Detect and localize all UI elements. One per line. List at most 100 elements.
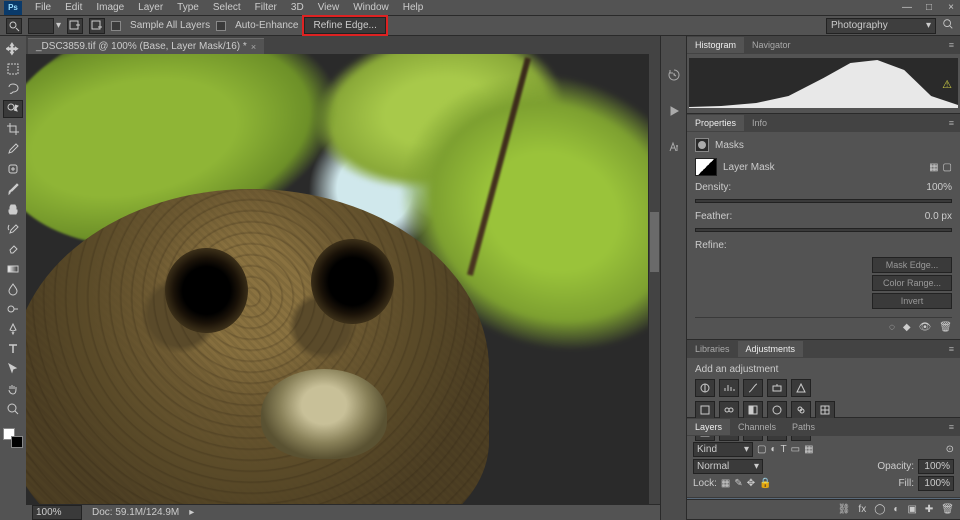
pen-tool[interactable] <box>3 320 23 338</box>
crop-tool[interactable] <box>3 120 23 138</box>
healing-brush-tool[interactable] <box>3 160 23 178</box>
filter-smart-icon[interactable]: ▦ <box>804 444 813 455</box>
history-panel-icon[interactable] <box>665 66 683 84</box>
marquee-tool[interactable] <box>3 60 23 78</box>
color-lookup-icon[interactable] <box>815 401 835 419</box>
exposure-icon[interactable] <box>767 379 787 397</box>
menu-help[interactable]: Help <box>396 0 431 16</box>
pixel-mask-icon[interactable]: ▦ <box>929 162 938 173</box>
menu-3d[interactable]: 3D <box>284 0 311 16</box>
panel-menu-icon[interactable]: ≡ <box>943 341 960 357</box>
minimize-icon[interactable]: — <box>900 2 914 13</box>
color-swatches[interactable] <box>3 428 23 448</box>
load-selection-icon[interactable]: ◌ <box>889 322 895 333</box>
zoom-tool[interactable] <box>3 400 23 418</box>
filter-toggle[interactable]: ⊙ <box>946 444 954 455</box>
channel-mixer-icon[interactable] <box>791 401 811 419</box>
libraries-tab[interactable]: Libraries <box>687 341 738 357</box>
menu-view[interactable]: View <box>311 0 347 16</box>
background-color[interactable] <box>11 436 23 448</box>
history-brush-tool[interactable] <box>3 220 23 238</box>
lock-image-icon[interactable]: ✎ <box>734 478 742 489</box>
refine-edge-button[interactable]: Refine Edge... <box>304 17 385 34</box>
subtract-from-selection-icon[interactable] <box>89 18 105 34</box>
type-tool[interactable] <box>3 340 23 358</box>
brush-size-picker[interactable]: ▾ <box>28 18 61 34</box>
dodge-tool[interactable] <box>3 300 23 318</box>
cache-warning-icon[interactable]: ⚠ <box>942 78 952 91</box>
curves-icon[interactable] <box>743 379 763 397</box>
menu-layer[interactable]: Layer <box>131 0 170 16</box>
lock-position-icon[interactable]: ✥ <box>747 478 755 489</box>
menu-window[interactable]: Window <box>346 0 396 16</box>
hand-tool[interactable] <box>3 380 23 398</box>
gradient-tool[interactable] <box>3 260 23 278</box>
layers-tab[interactable]: Layers <box>687 419 730 435</box>
filter-type-icon[interactable]: T <box>781 444 787 455</box>
sample-all-layers-checkbox[interactable] <box>111 21 121 31</box>
brightness-contrast-icon[interactable] <box>695 379 715 397</box>
lasso-tool[interactable] <box>3 80 23 98</box>
canvas-area[interactable] <box>26 54 660 504</box>
black-white-icon[interactable] <box>743 401 763 419</box>
feather-slider[interactable] <box>695 228 952 232</box>
menu-edit[interactable]: Edit <box>58 0 89 16</box>
panel-menu-icon[interactable]: ≡ <box>943 115 960 131</box>
quick-selection-tool[interactable] <box>3 100 23 118</box>
apply-mask-icon[interactable]: ◆ <box>903 322 911 333</box>
info-tab[interactable]: Info <box>744 115 775 131</box>
opacity-value[interactable]: 100% <box>918 459 954 474</box>
menu-filter[interactable]: Filter <box>248 0 284 16</box>
histogram-tab[interactable]: Histogram <box>687 37 744 53</box>
photo-filter-icon[interactable] <box>767 401 787 419</box>
fill-value[interactable]: 100% <box>918 476 954 491</box>
vector-mask-icon[interactable]: ▢ <box>943 162 952 173</box>
add-mask-icon[interactable]: ◯ <box>874 504 885 515</box>
hue-saturation-icon[interactable] <box>695 401 715 419</box>
maximize-icon[interactable]: □ <box>922 2 936 13</box>
chevron-right-icon[interactable]: ▸ <box>189 507 194 518</box>
feather-value[interactable]: 0.0 px <box>925 211 952 222</box>
navigator-tab[interactable]: Navigator <box>744 37 799 53</box>
layer-filter-kind[interactable]: Kind▾ <box>693 442 753 457</box>
menu-select[interactable]: Select <box>206 0 248 16</box>
panel-menu-icon[interactable]: ≡ <box>943 37 960 53</box>
adjustments-tab[interactable]: Adjustments <box>738 341 804 357</box>
layer-style-icon[interactable]: fx <box>858 504 866 515</box>
color-balance-icon[interactable] <box>719 401 739 419</box>
filter-shape-icon[interactable]: ▭ <box>791 444 800 455</box>
zoom-level[interactable]: 100% <box>32 505 82 520</box>
channels-tab[interactable]: Channels <box>730 419 784 435</box>
auto-enhance-checkbox[interactable] <box>216 21 226 31</box>
color-range-button[interactable]: Color Range... <box>872 275 952 291</box>
delete-layer-icon[interactable]: 🗑 <box>941 504 954 515</box>
close-icon[interactable]: × <box>944 2 958 13</box>
levels-icon[interactable] <box>719 379 739 397</box>
delete-mask-icon[interactable]: 🗑 <box>939 322 952 333</box>
lock-all-icon[interactable]: 🔒 <box>759 478 771 489</box>
vertical-scrollbar[interactable] <box>648 54 660 504</box>
add-to-selection-icon[interactable] <box>67 18 83 34</box>
density-value[interactable]: 100% <box>926 182 952 193</box>
path-selection-tool[interactable] <box>3 360 23 378</box>
panel-menu-icon[interactable]: ≡ <box>943 419 960 435</box>
menu-file[interactable]: File <box>28 0 58 16</box>
new-layer-icon[interactable]: ✚ <box>925 504 933 515</box>
scrollbar-thumb[interactable] <box>650 212 659 272</box>
invert-button[interactable]: Invert <box>872 293 952 309</box>
filter-adjust-icon[interactable]: ◐ <box>770 444 776 455</box>
disable-mask-icon[interactable]: 👁 <box>919 322 932 333</box>
vibrance-icon[interactable] <box>791 379 811 397</box>
eraser-tool[interactable] <box>3 240 23 258</box>
clone-stamp-tool[interactable] <box>3 200 23 218</box>
actions-panel-icon[interactable] <box>665 102 683 120</box>
link-layers-icon[interactable]: ⛓ <box>838 504 851 515</box>
paths-tab[interactable]: Paths <box>784 419 823 435</box>
blend-mode-select[interactable]: Normal▾ <box>693 459 763 474</box>
brush-tool[interactable] <box>3 180 23 198</box>
filter-pixel-icon[interactable]: ▢ <box>757 444 766 455</box>
eyedropper-tool[interactable] <box>3 140 23 158</box>
blur-tool[interactable] <box>3 280 23 298</box>
properties-tab[interactable]: Properties <box>687 115 744 131</box>
menu-image[interactable]: Image <box>89 0 131 16</box>
